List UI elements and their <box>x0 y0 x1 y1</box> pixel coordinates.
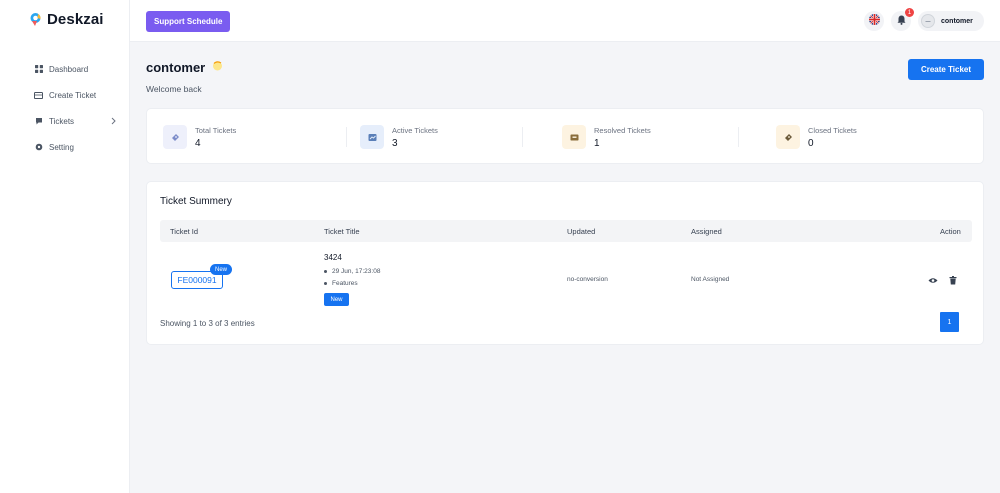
stat-value: 0 <box>808 137 814 149</box>
logo-icon <box>29 12 42 27</box>
gear-icon <box>34 143 43 152</box>
grid-icon <box>34 65 43 74</box>
inbox-icon <box>562 125 586 149</box>
ticket-icon <box>34 91 43 100</box>
bullet-icon <box>324 282 327 285</box>
stat-value: 1 <box>594 137 600 149</box>
column-header: Ticket Id <box>170 227 199 236</box>
page-title-text: contomer <box>146 59 206 75</box>
ticket-assigned: Not Assigned <box>691 276 730 283</box>
sidebar-item-setting[interactable]: Setting <box>34 134 124 160</box>
delete-trash-icon[interactable] <box>948 275 958 285</box>
notifications-button[interactable]: 1 <box>891 8 914 31</box>
create-ticket-button[interactable]: Create Ticket <box>908 59 984 80</box>
pagination-page-1[interactable]: 1 <box>940 312 959 332</box>
sidebar: Deskzai Dashboard Create Ticket Tickets <box>0 0 130 493</box>
notification-count-badge: 1 <box>905 8 914 17</box>
bell-icon <box>897 12 906 30</box>
language-selector[interactable] <box>864 11 884 31</box>
app-name: Deskzai <box>47 11 104 28</box>
status-badge: New <box>324 293 349 306</box>
topbar: Support Schedule 1 contomer <box>130 0 1000 42</box>
uk-flag-icon <box>868 12 880 30</box>
column-header: Action <box>940 227 961 236</box>
divider <box>738 127 739 147</box>
stat-closed-tickets: Closed Tickets 0 <box>776 123 857 151</box>
wave-hand-icon <box>211 59 224 75</box>
sidebar-item-label: Create Ticket <box>49 90 97 100</box>
pagination-info: Showing 1 to 3 of 3 entries <box>160 319 255 328</box>
ticket-title: 3424 <box>324 253 342 262</box>
column-header: Ticket Title <box>324 227 360 236</box>
stat-total-tickets: Total Tickets 4 <box>163 123 236 151</box>
stat-label: Closed Tickets <box>808 125 857 135</box>
stats-card: Total Tickets 4 Active Tickets 3 Resolve… <box>146 108 984 164</box>
ticket-icon <box>776 125 800 149</box>
stat-label: Active Tickets <box>392 125 438 135</box>
ticket-date-text: 29 Jun, 17:23:08 <box>332 268 381 275</box>
chevron-right-icon[interactable] <box>111 117 116 127</box>
table-header: Ticket Id Ticket Title Updated Assigned … <box>160 220 972 242</box>
avatar <box>921 14 935 28</box>
stat-value: 3 <box>392 137 398 149</box>
welcome-text: Welcome back <box>146 84 202 94</box>
sidebar-item-dashboard[interactable]: Dashboard <box>34 56 124 82</box>
page-title: contomer <box>146 59 224 75</box>
support-schedule-button[interactable]: Support Schedule <box>146 11 231 32</box>
section-title: Ticket Summery <box>160 196 232 207</box>
app-logo[interactable]: Deskzai <box>29 11 104 28</box>
sidebar-item-label: Dashboard <box>49 64 89 74</box>
sidebar-nav: Dashboard Create Ticket Tickets Setting <box>34 56 124 160</box>
ticket-summary-card: Ticket Summery Ticket Id Ticket Title Up… <box>146 181 984 345</box>
divider <box>346 127 347 147</box>
sidebar-item-label: Setting <box>49 142 74 152</box>
ticket-category-text: Features <box>332 280 358 287</box>
stat-resolved-tickets: Resolved Tickets 1 <box>562 123 651 151</box>
ticket-category: Features <box>324 280 358 287</box>
ticket-updated: no-conversion <box>567 276 608 283</box>
ticket-date: 29 Jun, 17:23:08 <box>324 268 380 275</box>
user-menu[interactable]: contomer <box>918 11 984 31</box>
ticket-icon <box>163 125 187 149</box>
view-eye-icon[interactable] <box>928 275 938 285</box>
stat-value: 4 <box>195 137 201 149</box>
sidebar-item-label: Tickets <box>49 116 75 126</box>
sidebar-item-create-ticket[interactable]: Create Ticket <box>34 82 124 108</box>
stat-label: Resolved Tickets <box>594 125 651 135</box>
divider <box>522 127 523 147</box>
stat-active-tickets: Active Tickets 3 <box>360 123 438 151</box>
stat-label: Total Tickets <box>195 125 237 135</box>
sidebar-item-tickets[interactable]: Tickets <box>34 108 124 134</box>
chart-icon <box>360 125 384 149</box>
column-header: Updated <box>567 227 596 236</box>
user-name: contomer <box>941 17 973 25</box>
chat-icon <box>34 117 43 126</box>
bullet-icon <box>324 270 327 273</box>
new-badge: New <box>210 264 233 275</box>
column-header: Assigned <box>691 227 722 236</box>
